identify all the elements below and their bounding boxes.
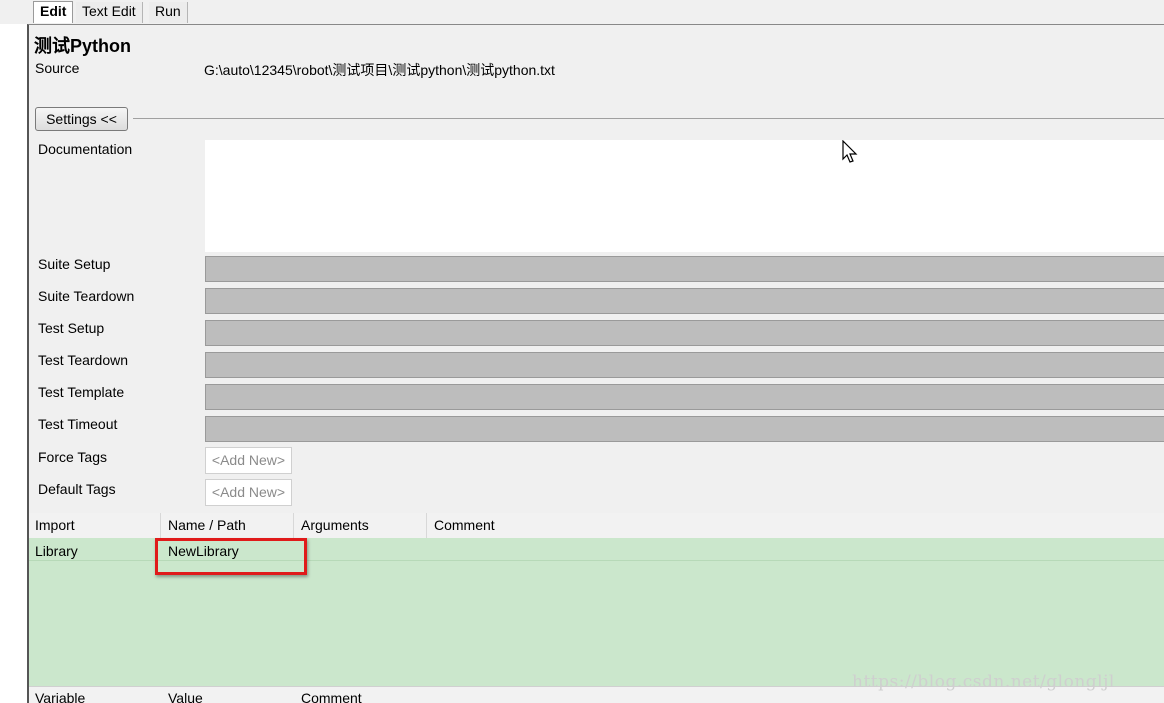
documentation-field[interactable] bbox=[205, 140, 1164, 252]
mouse-pointer-icon bbox=[842, 140, 858, 163]
tab-text-edit[interactable]: Text Edit bbox=[76, 2, 143, 23]
test-teardown-field[interactable] bbox=[205, 352, 1164, 378]
source-path: G:\auto\12345\robot\测试项目\测试python\测试pyth… bbox=[204, 62, 555, 78]
tab-bar: Edit Text Edit Run bbox=[0, 0, 1164, 24]
column-header-variable[interactable]: Variable bbox=[35, 689, 85, 703]
force-tags-add-new[interactable]: <Add New> bbox=[205, 447, 292, 474]
watermark-text: https://blog.csdn.net/glongljl bbox=[852, 672, 1115, 692]
suite-title: 测试Python bbox=[34, 36, 131, 56]
highlight-box bbox=[155, 538, 307, 575]
default-tags-label: Default Tags bbox=[38, 481, 116, 497]
column-header-import[interactable]: Import bbox=[29, 513, 161, 538]
test-template-label: Test Template bbox=[38, 384, 125, 400]
import-type-cell[interactable]: Library bbox=[35, 543, 78, 559]
suite-setup-label: Suite Setup bbox=[38, 256, 111, 272]
source-label: Source bbox=[35, 60, 80, 76]
column-header-name-path[interactable]: Name / Path bbox=[162, 513, 294, 538]
tab-edit[interactable]: Edit bbox=[33, 1, 74, 23]
column-header-variable-comment[interactable]: Comment bbox=[301, 689, 362, 703]
suite-teardown-label: Suite Teardown bbox=[38, 288, 135, 304]
column-header-arguments[interactable]: Arguments bbox=[295, 513, 427, 538]
test-setup-field[interactable] bbox=[205, 320, 1164, 346]
import-table-header: Import Name / Path Arguments Comment bbox=[29, 513, 1164, 538]
force-tags-label: Force Tags bbox=[38, 449, 107, 465]
test-timeout-label: Test Timeout bbox=[38, 416, 118, 432]
settings-divider bbox=[133, 118, 1164, 119]
default-tags-add-new[interactable]: <Add New> bbox=[205, 479, 292, 506]
column-header-value[interactable]: Value bbox=[168, 689, 203, 703]
test-template-field[interactable] bbox=[205, 384, 1164, 410]
test-teardown-label: Test Teardown bbox=[38, 352, 129, 368]
suite-setup-field[interactable] bbox=[205, 256, 1164, 282]
test-setup-label: Test Setup bbox=[38, 320, 105, 336]
tab-run[interactable]: Run bbox=[149, 2, 188, 23]
documentation-label: Documentation bbox=[38, 141, 133, 157]
column-header-comment[interactable]: Comment bbox=[428, 513, 1164, 538]
test-timeout-field[interactable] bbox=[205, 416, 1164, 442]
settings-toggle-button[interactable]: Settings << bbox=[35, 107, 128, 131]
suite-teardown-field[interactable] bbox=[205, 288, 1164, 314]
